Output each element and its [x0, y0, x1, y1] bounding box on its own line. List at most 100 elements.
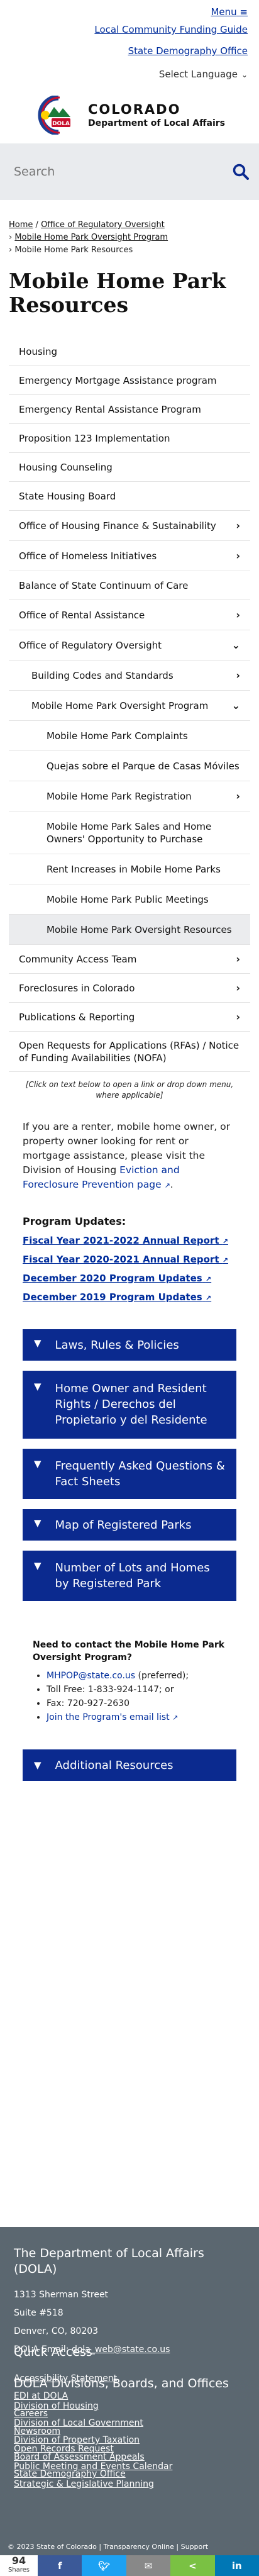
footer-quick-link[interactable]: Open Records Request — [14, 2440, 172, 2458]
nav-item-mhp-sales[interactable]: Mobile Home Park Sales and Home Owners' … — [9, 811, 250, 854]
search-icon[interactable] — [233, 164, 249, 180]
chevron-down-icon: ⌄ — [231, 699, 240, 711]
nav-item-emergency-rental[interactable]: Emergency Rental Assistance Program — [9, 395, 250, 424]
footer-quick-link[interactable]: Strategic & Legislative Planning — [14, 2475, 172, 2493]
chevron-right-icon: › — [236, 608, 240, 621]
logo-state-name: COLORADO — [88, 102, 181, 117]
local-community-funding-link[interactable]: Local Community Funding Guide — [0, 19, 248, 40]
accordion-lots-homes[interactable]: ▼ Number of Lots and Homes by Registered … — [23, 1551, 236, 1601]
accordion-owner-rights[interactable]: ▼ Home Owner and Resident Rights / Derech… — [23, 1371, 236, 1439]
search-bar — [0, 143, 259, 200]
external-link-icon: ↗ — [205, 1294, 212, 1302]
chevron-right-icon: › — [236, 519, 240, 532]
footer-quick-link[interactable]: Careers — [14, 2405, 172, 2423]
contact-phone: Toll Free: 1-833-924-1147; or — [47, 1683, 236, 1697]
footer-address-city: Denver, CO, 80203 — [14, 2326, 99, 2336]
contact-email-list-item: Join the Program's email list ↗ — [47, 1710, 236, 1724]
nav-item-quejas[interactable]: Quejas sobre el Parque de Casas Móviles — [9, 751, 250, 781]
nav-item-mhp-oversight[interactable]: Mobile Home Park Oversight Program ⌄ — [9, 691, 250, 721]
nav-item-open-requests[interactable]: Open Requests for Applications (RFAs) / … — [9, 1032, 250, 1072]
svg-text:DOLA: DOLA — [52, 121, 70, 127]
chevron-right-icon: › — [236, 1010, 240, 1023]
footer-quick-link[interactable]: EDI at DOLA — [14, 2387, 172, 2405]
caret-down-icon: ▼ — [34, 1381, 41, 1392]
caret-down-icon: ▼ — [34, 1458, 41, 1469]
nav-item-regulatory-oversight[interactable]: Office of Regulatory Oversight ⌄ — [9, 630, 250, 661]
nav-item-mhp-registration[interactable]: Mobile Home Park Registration › — [9, 781, 250, 811]
footer-copyright: © 2023 State of Colorado | Transparency … — [8, 2543, 209, 2551]
share-bar: 94 Shares f 🐦︎ ✉ < in — [0, 2555, 259, 2576]
nav-item-publications[interactable]: Publications & Reporting › — [9, 1003, 250, 1032]
contact-fax: Fax: 720-927-2630 — [47, 1697, 236, 1710]
nav-item-oversight-resources[interactable]: Mobile Home Park Oversight Resources — [9, 915, 250, 945]
nav-item-emergency-mortgage[interactable]: Emergency Mortgage Assistance program — [9, 366, 250, 395]
footer-org-title: The Department of Local Affairs (DOLA) — [14, 2246, 204, 2276]
chevron-down-icon: ⌄ — [241, 70, 248, 79]
footer-quick-link[interactable]: Accessibility Statement — [14, 2370, 172, 2387]
nav-item-state-housing-board[interactable]: State Housing Board — [9, 482, 250, 511]
contact-email-link[interactable]: MHPOP@state.co.us — [47, 1671, 135, 1681]
nav-item-housing-finance[interactable]: Office of Housing Finance & Sustainabili… — [9, 511, 250, 541]
nav-item-balance-of-state[interactable]: Balance of State Continuum of Care — [9, 571, 250, 600]
external-link-icon: ↗ — [205, 1275, 212, 1283]
program-updates-heading: Program Updates: — [23, 1215, 126, 1227]
language-select[interactable]: Select Language ⌄ — [0, 62, 248, 87]
nav-item-rent-increases[interactable]: Rent Increases in Mobile Home Parks — [9, 854, 250, 884]
footer-quick-link[interactable]: Public Meeting and Events Calendar — [14, 2458, 172, 2475]
resource-accordion: ▼ Laws, Rules & Policies ▼ Home Owner and … — [23, 1329, 236, 1601]
nav-item-foreclosures[interactable]: Foreclosures in Colorado › — [9, 974, 250, 1003]
external-link-icon: ↗ — [222, 1256, 228, 1264]
chevron-right-icon: › — [236, 789, 240, 802]
accordion-map-parks[interactable]: ▼ Map of Registered Parks — [23, 1509, 236, 1541]
nav-item-proposition-123[interactable]: Proposition 123 Implementation — [9, 424, 250, 453]
update-link-dec-2019[interactable]: December 2019 Program Updates ↗ — [23, 1288, 236, 1307]
linkedin-share-icon[interactable]: in — [214, 2555, 259, 2576]
breadcrumb-mhp-oversight[interactable]: Mobile Home Park Oversight Program — [14, 233, 168, 242]
breadcrumb-regulatory-oversight[interactable]: Office of Regulatory Oversight — [41, 220, 165, 230]
breadcrumb-home[interactable]: Home — [9, 220, 33, 230]
breadcrumb: Home / Office of Regulatory Oversight › … — [9, 220, 168, 255]
search-input[interactable] — [14, 165, 233, 179]
facebook-share-icon[interactable]: f — [38, 2555, 82, 2576]
side-navigation: Housing Emergency Mortgage Assistance pr… — [9, 337, 250, 1072]
update-link-dec-2020[interactable]: December 2020 Program Updates ↗ — [23, 1269, 236, 1288]
update-link-fy2020-2021[interactable]: Fiscal Year 2020-2021 Annual Report ↗ — [23, 1250, 236, 1269]
email-share-icon[interactable]: ✉ — [126, 2555, 171, 2576]
twitter-share-icon[interactable]: 🐦︎ — [82, 2555, 126, 2576]
accordion-laws-rules[interactable]: ▼ Laws, Rules & Policies — [23, 1329, 236, 1361]
hamburger-icon: ≡ — [240, 6, 248, 18]
nav-item-homeless-initiatives[interactable]: Office of Homeless Initiatives › — [9, 541, 250, 571]
intro-paragraph: If you are a renter, mobile home owner, … — [23, 1121, 230, 1190]
nav-item-public-meetings[interactable]: Mobile Home Park Public Meetings — [9, 884, 250, 915]
program-updates-list: Fiscal Year 2021-2022 Annual Report ↗ Fi… — [0, 1227, 259, 1307]
chevron-right-icon: › — [236, 669, 240, 681]
contact-email-item: MHPOP@state.co.us (preferred); — [47, 1669, 236, 1683]
nav-item-mhp-complaints[interactable]: Mobile Home Park Complaints — [9, 721, 250, 751]
email-list-link[interactable]: Join the Program's email list ↗ — [47, 1712, 178, 1722]
caret-down-icon: ▼ — [34, 1759, 41, 1771]
dola-logo[interactable]: DOLA COLORADO Department of Local Affair… — [34, 96, 225, 135]
site-header: DOLA COLORADO Department of Local Affair… — [0, 87, 259, 143]
nav-item-community-access[interactable]: Community Access Team › — [9, 945, 250, 974]
nav-item-rental-assistance[interactable]: Office of Rental Assistance › — [9, 600, 250, 630]
state-demography-link[interactable]: State Demography Office — [0, 40, 248, 62]
external-link-icon: ↗ — [172, 1714, 179, 1722]
accordion-faq[interactable]: ▼ Frequently Asked Questions & Fact Sheet… — [23, 1449, 236, 1499]
nav-item-housing[interactable]: Housing — [9, 337, 250, 366]
footer-quick-link[interactable]: Newsroom — [14, 2423, 172, 2440]
breadcrumb-current: Mobile Home Park Resources — [14, 245, 133, 255]
contact-heading: Need to contact the Mobile Home Park Ove… — [33, 1640, 225, 1663]
top-utility-links: Menu ≡ Local Community Funding Guide Sta… — [0, 0, 259, 87]
update-link-fy2021-2022[interactable]: Fiscal Year 2021-2022 Annual Report ↗ — [23, 1231, 236, 1250]
caret-down-icon: ▼ — [34, 1337, 41, 1349]
caret-down-icon: ▼ — [34, 1517, 41, 1529]
menu-button[interactable]: Menu ≡ — [0, 5, 248, 19]
nav-item-building-codes[interactable]: Building Codes and Standards › — [9, 661, 250, 691]
accordion-additional-resources[interactable]: ▼ Additional Resources — [23, 1749, 236, 1781]
nav-item-housing-counseling[interactable]: Housing Counseling — [9, 453, 250, 482]
contact-list: MHPOP@state.co.us (preferred); Toll Free… — [33, 1669, 236, 1724]
share-icon[interactable]: < — [170, 2555, 215, 2576]
colorado-c-logo-icon: DOLA — [38, 96, 70, 135]
footer-address-suite: Suite #518 — [14, 2308, 63, 2318]
share-count: 94 Shares — [0, 2555, 38, 2576]
